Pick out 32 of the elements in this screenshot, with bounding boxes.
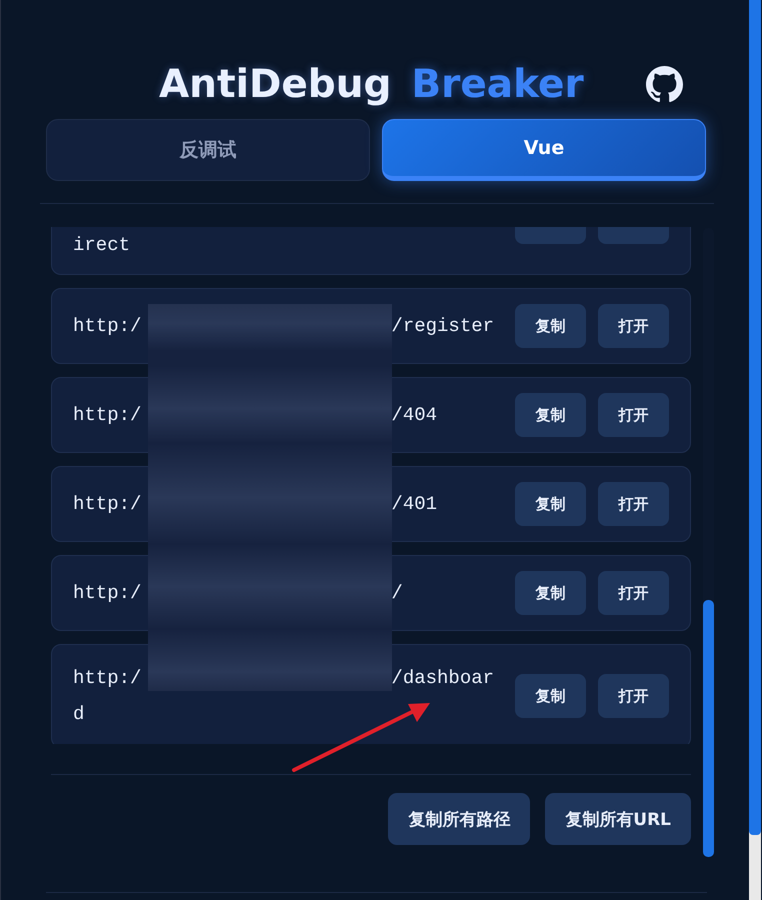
copy-button[interactable]: 复制 bbox=[515, 304, 586, 348]
copy-button[interactable]: 复制 bbox=[515, 674, 586, 718]
open-button[interactable] bbox=[598, 227, 669, 244]
open-button[interactable]: 打开 bbox=[598, 304, 669, 348]
url-text: http:/ bbox=[73, 666, 142, 691]
url-text: http:/ bbox=[73, 403, 142, 428]
copy-all-urls-button[interactable]: 复制所有URL bbox=[545, 793, 691, 845]
open-button[interactable]: 打开 bbox=[598, 482, 669, 526]
url-text: http:/ bbox=[73, 492, 142, 517]
url-text: /dashboar bbox=[391, 666, 494, 691]
url-text: /404 bbox=[391, 403, 438, 428]
url-text: /register bbox=[391, 314, 494, 339]
copy-button[interactable]: 复制 bbox=[515, 482, 586, 526]
url-text: d bbox=[73, 702, 84, 727]
scrollbar-thumb[interactable] bbox=[703, 600, 714, 857]
open-button[interactable]: 打开 bbox=[598, 393, 669, 437]
copy-button[interactable]: 复制 bbox=[515, 393, 586, 437]
app-title: AntiDebug bbox=[159, 60, 392, 108]
copy-button[interactable]: 复制 bbox=[515, 571, 586, 615]
url-text: /401 bbox=[391, 492, 438, 517]
app-title-accent: Breaker bbox=[411, 60, 584, 108]
open-button[interactable]: 打开 bbox=[598, 571, 669, 615]
url-text: http:/ bbox=[73, 314, 142, 339]
tab[interactable]: Vue bbox=[382, 119, 706, 181]
github-icon[interactable] bbox=[646, 66, 683, 103]
url-text: / bbox=[391, 581, 403, 606]
copy-all-paths-button[interactable]: 复制所有路径 bbox=[388, 793, 530, 845]
open-button[interactable]: 打开 bbox=[598, 674, 669, 718]
url-text: irect bbox=[73, 233, 130, 258]
url-text: http:/ bbox=[73, 581, 142, 606]
copy-button[interactable] bbox=[515, 227, 586, 244]
tab[interactable]: 反调试 bbox=[46, 119, 370, 181]
